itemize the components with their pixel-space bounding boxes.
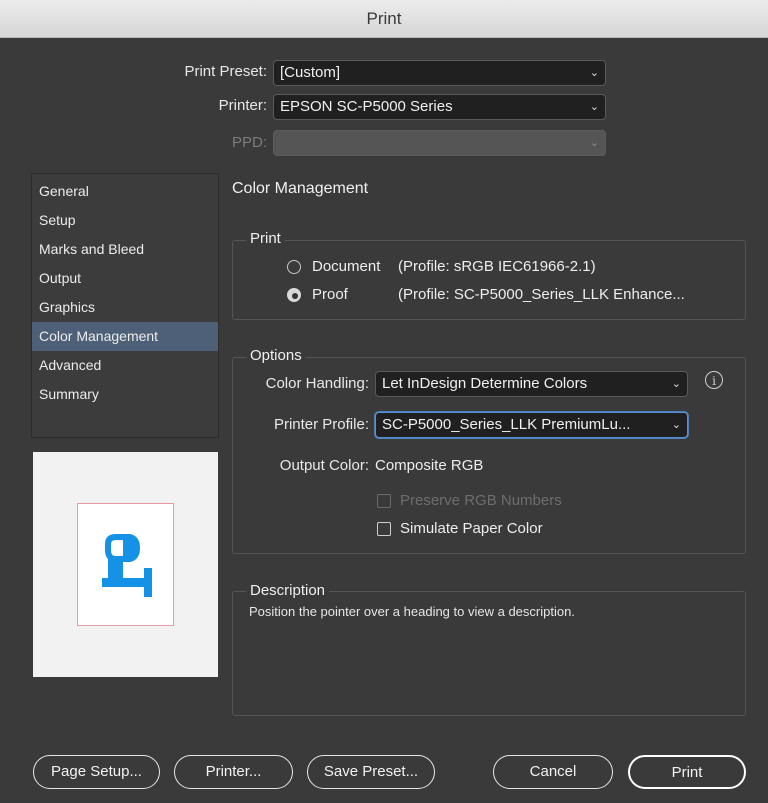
print-button[interactable]: Print bbox=[628, 755, 746, 789]
sidebar-item-output[interactable]: Output bbox=[32, 264, 218, 293]
chevron-down-icon: ⌄ bbox=[589, 101, 599, 113]
document-profile: (Profile: sRGB IEC61966-2.1) bbox=[398, 258, 596, 275]
chevron-down-icon: ⌄ bbox=[671, 378, 681, 390]
proof-radio-label[interactable]: Proof bbox=[312, 286, 348, 303]
print-preset-select[interactable]: [Custom] ⌄ bbox=[273, 60, 606, 86]
color-handling-value: Let InDesign Determine Colors bbox=[382, 375, 588, 392]
color-handling-select[interactable]: Let InDesign Determine Colors ⌄ bbox=[375, 371, 688, 397]
print-group-label: Print bbox=[246, 230, 285, 247]
output-color-value: Composite RGB bbox=[375, 457, 484, 474]
chevron-down-icon: ⌄ bbox=[589, 67, 599, 79]
printer-label: Printer: bbox=[218, 97, 267, 114]
description-text: Position the pointer over a heading to v… bbox=[249, 604, 575, 619]
sidebar-item-graphics[interactable]: Graphics bbox=[32, 293, 218, 322]
section-title: Color Management bbox=[232, 180, 369, 197]
color-handling-label: Color Handling: bbox=[265, 375, 369, 392]
ppd-select: ⌄ bbox=[273, 130, 606, 156]
print-group bbox=[232, 240, 746, 320]
printer-select[interactable]: EPSON SC-P5000 Series ⌄ bbox=[273, 94, 606, 120]
chevron-down-icon: ⌄ bbox=[589, 137, 599, 149]
preserve-rgb-label: Preserve RGB Numbers bbox=[400, 492, 562, 509]
sidebar-item-setup[interactable]: Setup bbox=[32, 206, 218, 235]
sidebar-item-general[interactable]: General bbox=[32, 177, 218, 206]
preview-letter-graphic bbox=[102, 534, 152, 597]
window-title: Print bbox=[0, 0, 768, 38]
preview-letter-counter bbox=[111, 540, 123, 556]
printer-profile-value: SC-P5000_Series_LLK PremiumLu... bbox=[382, 416, 631, 433]
print-preset-value: [Custom] bbox=[280, 64, 341, 81]
proof-radio[interactable] bbox=[287, 288, 301, 302]
printer-button[interactable]: Printer... bbox=[174, 755, 293, 789]
options-group-label: Options bbox=[246, 347, 306, 364]
sidebar-item-summary[interactable]: Summary bbox=[32, 380, 218, 409]
printer-profile-select[interactable]: SC-P5000_Series_LLK PremiumLu... ⌄ bbox=[375, 412, 688, 438]
preview-page bbox=[77, 503, 174, 626]
simulate-paper-label[interactable]: Simulate Paper Color bbox=[400, 520, 543, 537]
printer-profile-label: Printer Profile: bbox=[273, 416, 369, 433]
description-label: Description bbox=[246, 582, 330, 599]
cancel-button[interactable]: Cancel bbox=[493, 755, 613, 789]
chevron-down-icon: ⌄ bbox=[671, 419, 681, 431]
page-setup-button[interactable]: Page Setup... bbox=[33, 755, 160, 789]
sidebar-item-marks-and-bleed[interactable]: Marks and Bleed bbox=[32, 235, 218, 264]
proof-profile: (Profile: SC-P5000_Series_LLK Enhance... bbox=[398, 286, 685, 303]
save-preset-button[interactable]: Save Preset... bbox=[307, 755, 435, 789]
preserve-rgb-checkbox bbox=[377, 494, 391, 508]
simulate-paper-checkbox[interactable] bbox=[377, 522, 391, 536]
sidebar: General Setup Marks and Bleed Output Gra… bbox=[31, 173, 219, 438]
print-preset-label: Print Preset: bbox=[184, 63, 267, 80]
sidebar-item-advanced[interactable]: Advanced bbox=[32, 351, 218, 380]
sidebar-item-color-management[interactable]: Color Management bbox=[32, 322, 218, 351]
output-color-label: Output Color: bbox=[279, 457, 369, 474]
document-radio[interactable] bbox=[287, 260, 301, 274]
printer-value: EPSON SC-P5000 Series bbox=[280, 98, 453, 115]
preview-letter-shape bbox=[102, 534, 152, 597]
ppd-label: PPD: bbox=[231, 134, 267, 151]
info-icon[interactable]: i bbox=[705, 371, 723, 389]
document-radio-label[interactable]: Document bbox=[312, 258, 380, 275]
